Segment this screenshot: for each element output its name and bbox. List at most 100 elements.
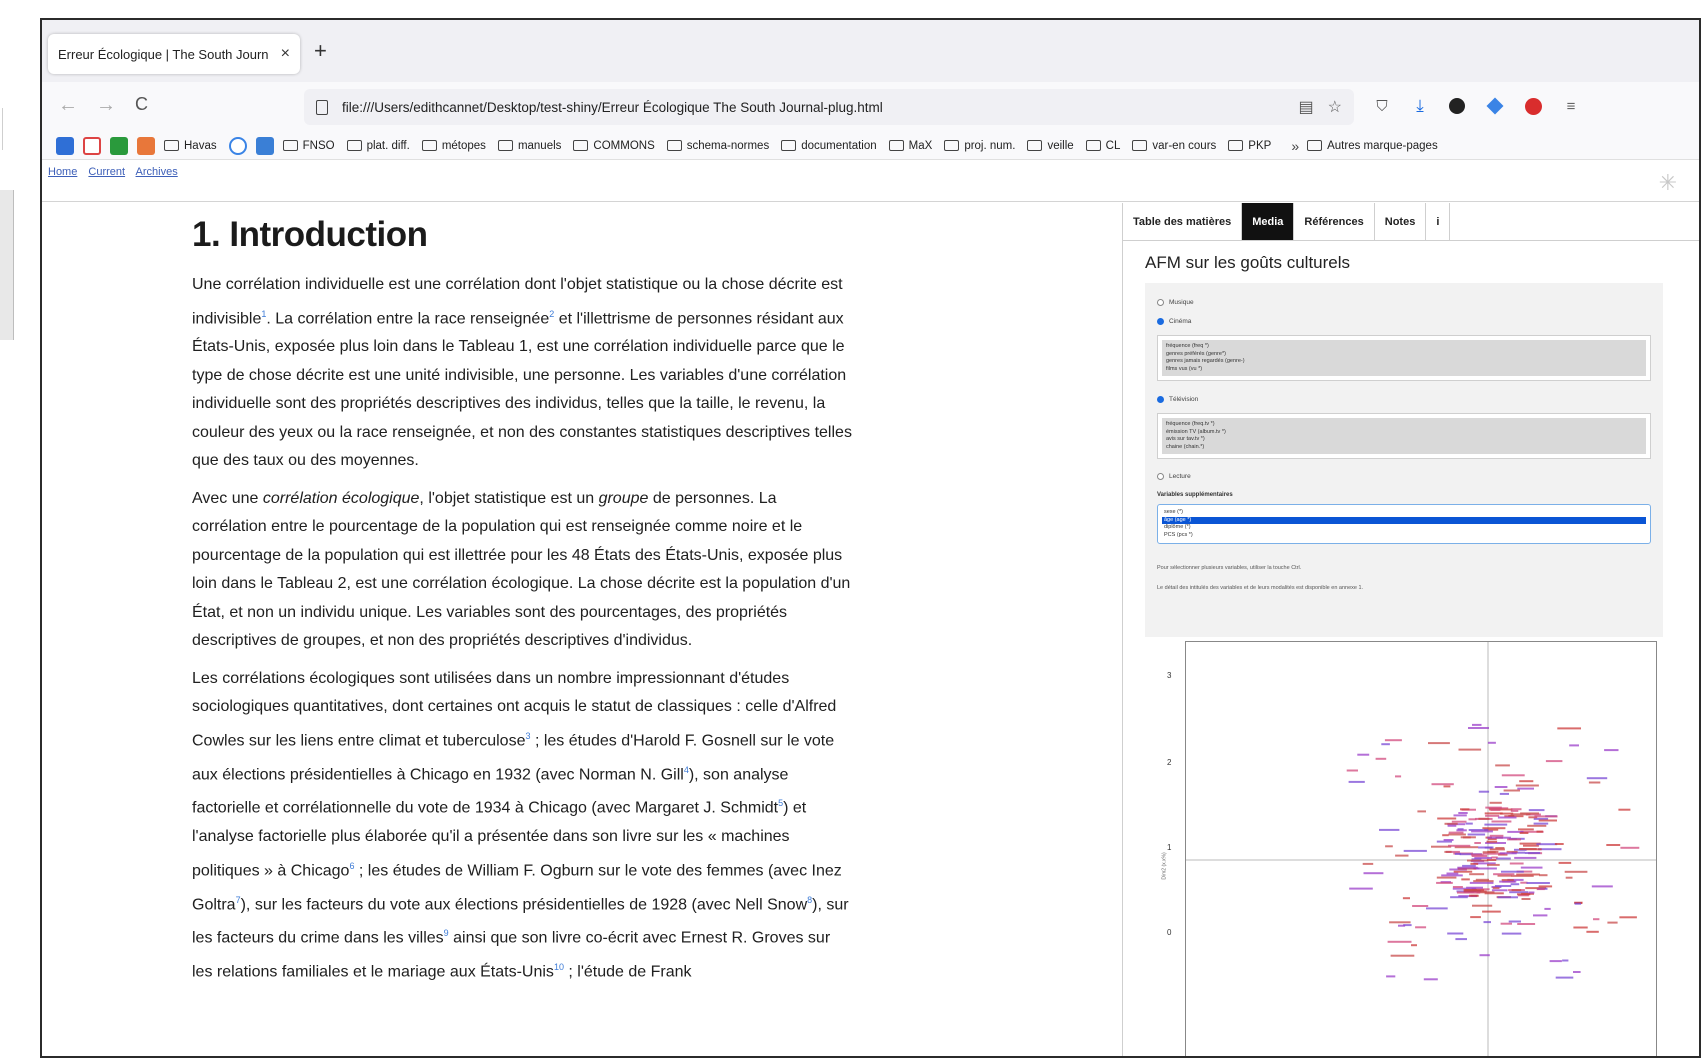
address-bar[interactable]: file:///Users/edithcannet/Desktop/test-s…	[304, 89, 1354, 125]
bookmark-folder[interactable]: proj. num.	[944, 140, 1015, 152]
reader-mode-icon[interactable]: ▤	[1299, 97, 1314, 117]
bookmark-folder[interactable]: documentation	[781, 140, 877, 152]
plot-point-label	[1533, 822, 1549, 825]
supplementary-variables-select[interactable]: sexe (*) âge (age *) diplôme (*) PCS (pc…	[1157, 504, 1651, 544]
plot-point-label	[1487, 836, 1511, 839]
bookmark-folder[interactable]: plat. diff.	[346, 140, 410, 152]
bookmark-favicon-sheets-icon[interactable]	[110, 136, 128, 155]
list-item[interactable]: genres préférés (genre*)	[1166, 351, 1642, 359]
tab-references[interactable]: Références	[1294, 203, 1375, 240]
asterisk-icon[interactable]: ✳	[1659, 170, 1677, 196]
bookmark-folder[interactable]: métopes	[421, 140, 486, 152]
list-item[interactable]: diplôme (*)	[1164, 524, 1644, 532]
bookmark-folder[interactable]: COMMONS	[573, 140, 655, 152]
list-item[interactable]: genres jamais regardés (genre-)	[1166, 358, 1642, 366]
plot-point-label	[1573, 926, 1588, 929]
footnote-ref[interactable]: 4	[684, 765, 689, 775]
cinema-variables-list[interactable]: fréquence (freq *) genres préférés (genr…	[1157, 335, 1651, 381]
bookmark-folder[interactable]: FNSO	[282, 140, 335, 152]
bookmark-folder[interactable]: PKP	[1228, 140, 1271, 152]
plot-point-label	[1461, 878, 1470, 881]
plot-point-label	[1495, 764, 1510, 767]
reload-button[interactable]: C	[135, 94, 148, 115]
plot-point-label	[1484, 812, 1503, 815]
tab-info[interactable]: i	[1426, 203, 1451, 240]
footnote-ref[interactable]: 8	[807, 895, 812, 905]
footnote-ref[interactable]: 1	[261, 309, 266, 319]
plot-point-label	[1456, 829, 1467, 832]
option-lecture[interactable]: Lecture	[1157, 473, 1191, 480]
bookmark-folder[interactable]: CL	[1085, 140, 1120, 152]
plot-point-label	[1510, 883, 1520, 886]
bookmark-folder[interactable]: var-en cours	[1132, 140, 1216, 152]
bookmark-folder[interactable]: schema-normes	[666, 140, 769, 152]
new-tab-button[interactable]: +	[314, 38, 327, 64]
list-item[interactable]: fréquence (freq.tv *)	[1166, 421, 1642, 429]
plot-point-label	[1510, 813, 1531, 816]
bookmark-favicon-globe-icon[interactable]	[228, 136, 247, 155]
plot-point-label	[1533, 914, 1548, 917]
bookmark-star-icon[interactable]: ☆	[1328, 97, 1342, 117]
forward-button[interactable]: →	[96, 94, 116, 117]
bookmark-folder[interactable]: veille	[1027, 140, 1074, 152]
list-item[interactable]: sexe (*)	[1164, 509, 1644, 517]
other-bookmarks-folder[interactable]: Autres marque-pages	[1307, 140, 1438, 152]
option-television[interactable]: Télévision	[1157, 396, 1198, 403]
plot-point-label	[1384, 739, 1402, 742]
bookmark-favicon-zotero-icon[interactable]	[255, 136, 274, 155]
bookmark-favicon-cloud-icon[interactable]	[56, 136, 74, 155]
plot-point-label	[1489, 801, 1502, 804]
plot-point-label	[1436, 840, 1452, 843]
tab-table-of-contents[interactable]: Table des matières	[1123, 203, 1243, 240]
option-cinema[interactable]: Cinéma	[1157, 318, 1191, 325]
pocket-icon[interactable]: ⛉	[1372, 96, 1392, 116]
back-button[interactable]: ←	[58, 94, 78, 117]
list-item[interactable]: fréquence (freq *)	[1166, 343, 1642, 351]
nav-link-archives[interactable]: Archives	[136, 166, 178, 178]
bookmark-favicon-gmail-icon[interactable]	[83, 136, 101, 155]
bookmark-folder[interactable]: manuels	[497, 140, 561, 152]
footnote-ref[interactable]: 10	[554, 962, 564, 972]
bookmarks-overflow-chevron-icon[interactable]: »	[1291, 138, 1299, 154]
bookmark-favicon-gitlab-icon[interactable]	[137, 136, 155, 155]
list-item[interactable]: films vus (vu *)	[1166, 366, 1642, 374]
television-variables-list[interactable]: fréquence (freq.tv *) émission TV (album…	[1157, 413, 1651, 459]
footnote-ref[interactable]: 3	[525, 731, 530, 741]
option-musique[interactable]: Musique	[1157, 299, 1194, 306]
tab-media[interactable]: Media	[1242, 203, 1295, 240]
plot-point-label	[1402, 897, 1410, 900]
list-item[interactable]: chaine (chain.*)	[1166, 444, 1642, 452]
privacy-badger-icon[interactable]	[1447, 96, 1467, 116]
media-title: AFM sur les goûts culturels	[1145, 253, 1351, 272]
plot-point-label	[1387, 940, 1412, 943]
plot-point-label	[1564, 870, 1588, 873]
tab-close-icon[interactable]: ×	[281, 45, 290, 63]
bookmark-folder[interactable]: Havas	[164, 140, 217, 152]
plot-point-label	[1398, 924, 1406, 927]
list-item[interactable]: émission TV (album.tv *)	[1166, 429, 1642, 437]
footnote-ref[interactable]: 5	[778, 798, 783, 808]
footnote-ref[interactable]: 6	[349, 861, 354, 871]
plot-point-label	[1536, 830, 1543, 833]
menu-icon[interactable]: ≡	[1561, 96, 1581, 116]
folder-icon	[1228, 140, 1244, 151]
download-icon[interactable]: ⤓	[1410, 96, 1430, 116]
tab-notes[interactable]: Notes	[1375, 203, 1427, 240]
extension-icon[interactable]	[1485, 96, 1505, 116]
plot-point-label	[1496, 857, 1511, 860]
footnote-ref[interactable]: 2	[549, 309, 554, 319]
afm-scatter-plot[interactable]	[1185, 641, 1657, 1056]
nav-link-current[interactable]: Current	[88, 166, 125, 178]
footnote-ref[interactable]: 7	[236, 895, 241, 905]
list-item[interactable]: avis sur tav.tv *)	[1166, 436, 1642, 444]
list-item[interactable]: PCS (pcs *)	[1164, 532, 1644, 540]
browser-tab[interactable]: Erreur Écologique | The South Journ ×	[48, 34, 300, 74]
emphasis: groupe	[598, 489, 649, 507]
plot-point-label	[1478, 846, 1494, 849]
list-item-selected[interactable]: âge (age *)	[1162, 516, 1646, 524]
folder-icon	[1085, 140, 1101, 151]
bookmark-folder[interactable]: MaX	[888, 140, 932, 152]
ublock-icon[interactable]	[1523, 96, 1543, 116]
nav-link-home[interactable]: Home	[48, 166, 77, 178]
footnote-ref[interactable]: 9	[444, 928, 449, 938]
